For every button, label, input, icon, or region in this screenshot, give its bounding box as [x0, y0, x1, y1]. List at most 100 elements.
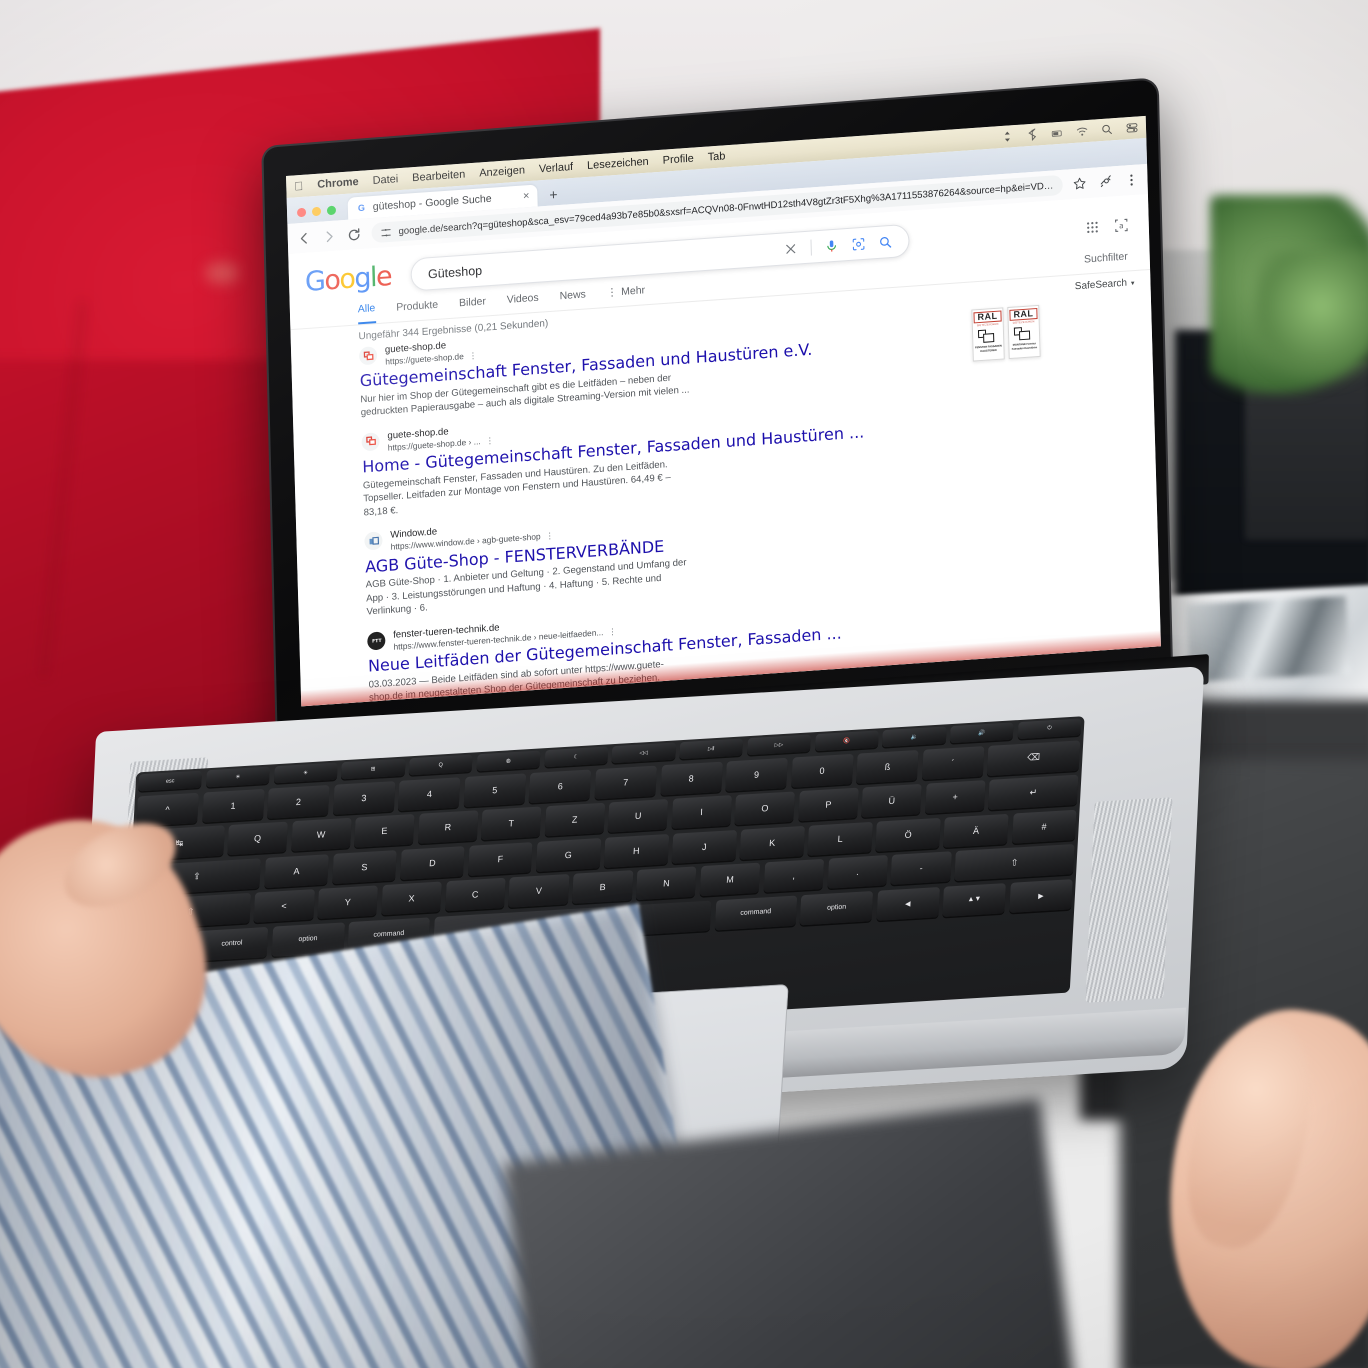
keyboard-key-fn[interactable]: ◁◁	[611, 742, 676, 764]
back-icon[interactable]	[297, 230, 312, 246]
keyboard-key[interactable]: ´	[921, 745, 985, 780]
keyboard-key[interactable]: P	[798, 787, 859, 822]
keyboard-key[interactable]: X	[381, 881, 442, 916]
keyboard-key-fn[interactable]: ⏻	[1017, 718, 1082, 740]
menubar-item-chrome[interactable]: Chrome	[317, 176, 359, 191]
menubar-item-datei[interactable]: Datei	[372, 173, 398, 187]
keyboard-key[interactable]: L	[807, 821, 873, 856]
ral-badge[interactable]: RAL GÜTEZEICHEN FENSTER FASSADEN HAUSTÜR…	[971, 307, 1005, 362]
tab-bilder[interactable]: Bilder	[459, 295, 486, 316]
keyboard-key[interactable]: Ö	[875, 817, 941, 852]
keyboard-key[interactable]: ▲▼	[942, 882, 1007, 917]
menubar-item-anzeigen[interactable]: Anzeigen	[479, 164, 525, 179]
keyboard-key[interactable]: K	[739, 825, 805, 860]
keyboard-key[interactable]: 1	[201, 788, 265, 823]
minimize-window-button[interactable]	[311, 206, 322, 217]
keyboard-key-fn[interactable]: 🔊	[949, 722, 1014, 744]
keyboard-key[interactable]: V	[508, 873, 570, 908]
keyboard-key[interactable]: Ä	[943, 813, 1009, 848]
keyboard-key[interactable]: Ü	[861, 783, 923, 818]
keyboard-key[interactable]: M	[699, 862, 761, 897]
keyboard-key[interactable]: ^	[136, 792, 199, 827]
keyboard-key[interactable]: 4	[398, 776, 461, 811]
extensions-icon[interactable]	[1098, 174, 1112, 189]
keyboard-key-fn[interactable]: ⊞	[341, 758, 406, 780]
google-apps-icon[interactable]	[1085, 219, 1100, 235]
keyboard-key[interactable]: ↵	[988, 774, 1079, 811]
keyboard-key[interactable]: 6	[529, 768, 592, 803]
search-icon[interactable]	[879, 234, 893, 249]
keyboard-key[interactable]: I	[671, 795, 732, 829]
keyboard-key[interactable]: ⌫	[987, 739, 1081, 776]
keyboard-key[interactable]: .	[827, 855, 888, 889]
keyboard-key[interactable]: control	[195, 926, 269, 961]
keyboard-key-fn[interactable]: ☀	[205, 766, 270, 788]
keyboard-key[interactable]: 0	[790, 753, 854, 788]
reload-icon[interactable]	[346, 226, 361, 242]
keyboard-key[interactable]: <	[253, 889, 315, 923]
keyboard-key[interactable]: ß	[856, 749, 919, 784]
forward-icon[interactable]	[322, 228, 337, 244]
keyboard-key[interactable]: A	[263, 853, 330, 888]
menubar-item-profile[interactable]: Profile	[662, 153, 693, 167]
keyboard-key[interactable]: 2	[267, 784, 330, 819]
close-window-button[interactable]	[296, 207, 307, 218]
result-options-icon[interactable]: ⋮	[485, 435, 495, 446]
bluetooth-icon[interactable]	[1026, 128, 1038, 142]
keyboard-key[interactable]: T	[481, 806, 542, 841]
keyboard-key[interactable]: +	[924, 780, 986, 814]
wifi-icon[interactable]	[1076, 125, 1088, 138]
keyboard-key[interactable]: 3	[332, 780, 396, 815]
keyboard-key-fn[interactable]: ◍	[476, 750, 541, 772]
search-filters-button[interactable]: Suchfilter	[1084, 251, 1128, 273]
keyboard-key[interactable]: N	[635, 866, 697, 901]
keyboard-key[interactable]: Z	[544, 802, 605, 837]
keyboard-key[interactable]: S	[331, 849, 398, 884]
site-settings-icon[interactable]	[380, 226, 391, 238]
menubar-item-verlauf[interactable]: Verlauf	[539, 161, 574, 175]
keyboard-key-fn[interactable]: 🔉	[882, 726, 947, 748]
keyboard-key[interactable]: B	[572, 870, 634, 904]
close-tab-icon[interactable]: ×	[523, 190, 530, 202]
battery-icon[interactable]	[1051, 127, 1063, 140]
keyboard-key-fn[interactable]: ▷ǁ	[679, 738, 744, 760]
keyboard-key[interactable]: 5	[463, 772, 527, 807]
bookmark-star-icon[interactable]	[1072, 176, 1086, 191]
keyboard-key-fn[interactable]: ☾	[543, 746, 609, 768]
tab-mehr[interactable]: ⋮ Mehr	[607, 284, 646, 306]
result-options-icon[interactable]: ⋮	[545, 531, 555, 542]
keyboard-key[interactable]: G	[535, 837, 601, 872]
chrome-menu-icon[interactable]	[1124, 173, 1138, 188]
google-logo[interactable]: Google	[305, 261, 392, 298]
sort-icon[interactable]	[1001, 130, 1013, 143]
voice-search-icon[interactable]	[825, 238, 839, 253]
keyboard-key[interactable]: ◀	[876, 886, 940, 921]
clear-icon[interactable]	[784, 241, 798, 256]
keyboard-key[interactable]: O	[734, 791, 796, 826]
keyboard-key[interactable]: 8	[659, 761, 723, 795]
keyboard-key[interactable]: J	[671, 829, 737, 864]
keyboard-key[interactable]: -	[890, 851, 952, 885]
keyboard-key[interactable]: R	[417, 810, 479, 844]
keyboard-key[interactable]: ▶	[1009, 878, 1073, 913]
tab-produkte[interactable]: Produkte	[396, 299, 438, 321]
keyboard-key[interactable]: W	[290, 817, 352, 852]
tab-alle[interactable]: Alle	[357, 302, 376, 325]
tab-news[interactable]: News	[559, 288, 586, 309]
keyboard-key-fn[interactable]: Q	[408, 754, 473, 776]
keyboard-key[interactable]: ⇧	[954, 843, 1075, 882]
keyboard-key-fn[interactable]: 🔇	[814, 730, 879, 752]
keyboard-key[interactable]: Y	[317, 885, 379, 920]
keyboard-key[interactable]: Q	[227, 821, 288, 856]
tab-videos[interactable]: Videos	[507, 292, 539, 313]
keyboard-key[interactable]: 9	[725, 757, 788, 792]
keyboard-key[interactable]: option	[799, 890, 874, 925]
keyboard-key[interactable]: ,	[763, 858, 825, 893]
account-icon[interactable]: a	[1114, 217, 1129, 233]
keyboard-key[interactable]: D	[399, 845, 465, 880]
keyboard-key[interactable]: F	[467, 841, 533, 876]
result-options-icon[interactable]: ⋮	[608, 626, 618, 637]
keyboard-key[interactable]: U	[607, 798, 669, 833]
maximize-window-button[interactable]	[326, 205, 337, 216]
keyboard-key-fn[interactable]: ▷▷	[746, 734, 811, 756]
